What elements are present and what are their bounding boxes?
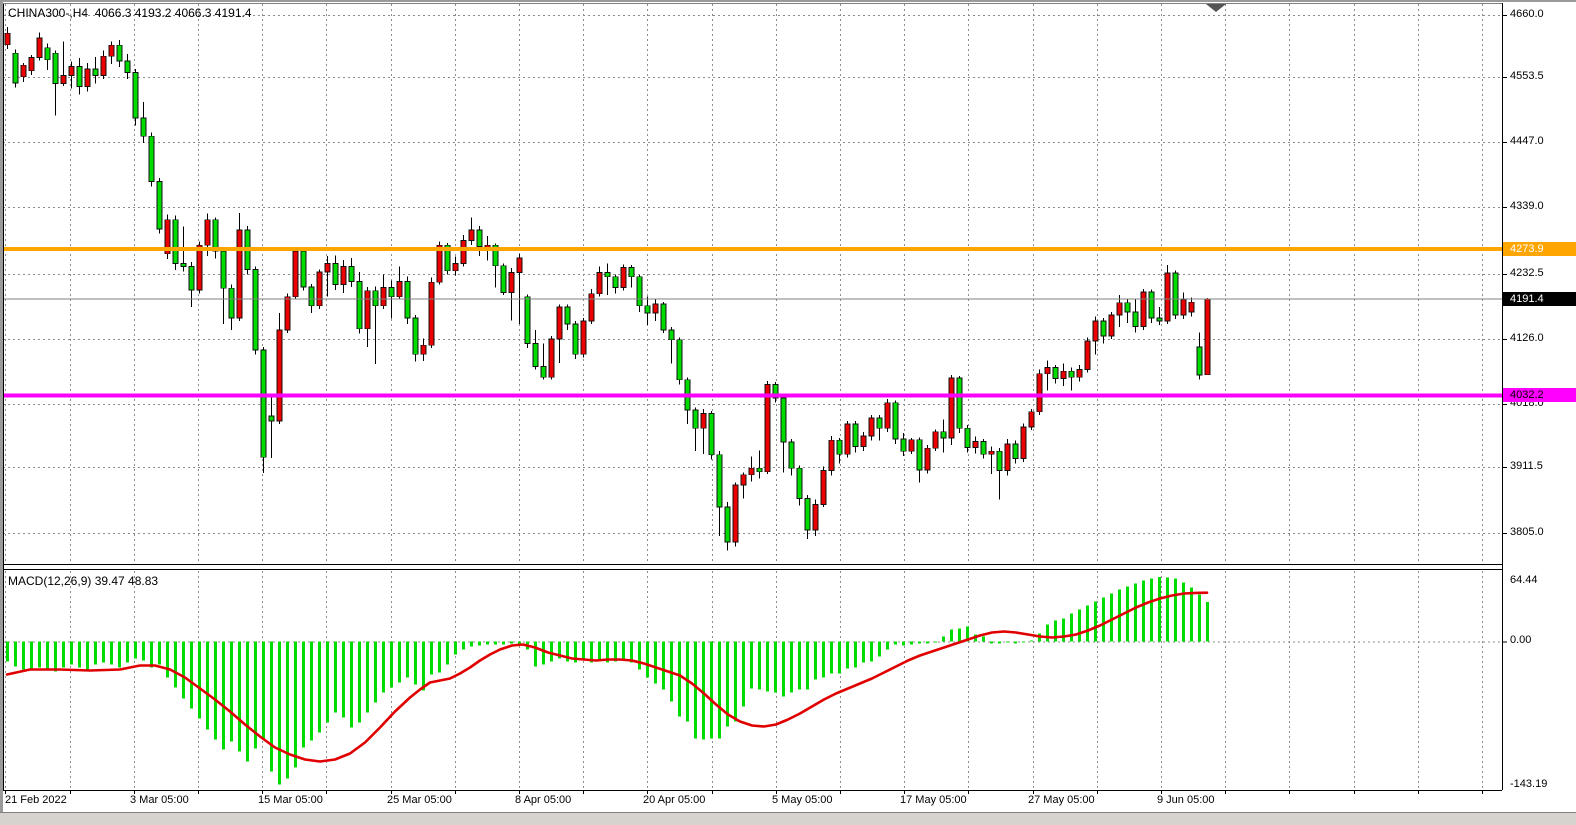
time-axis-label: 20 Apr 05:00 — [643, 794, 706, 806]
time-axis-label: 21 Feb 2022 — [5, 794, 67, 806]
mt4-chart-window: CHINA300-,H4 4066.3 4193.2 4066.3 4191.4… — [0, 0, 1576, 825]
support-price-badge: 4032.2 — [1503, 388, 1576, 403]
macd-axis-label: 0.00 — [1510, 634, 1532, 646]
price-axis-label: 4339.0 — [1510, 200, 1544, 212]
resistance-price-badge: 4273.9 — [1503, 241, 1576, 256]
time-axis-label: 8 Apr 05:00 — [515, 794, 572, 806]
price-axis-label: 4126.0 — [1510, 332, 1544, 344]
price-axis-label: 4447.0 — [1510, 135, 1544, 147]
window-left-edge — [0, 0, 3, 812]
macd-axis-label: 64.44 — [1510, 574, 1538, 586]
time-axis-label: 5 May 05:00 — [772, 794, 833, 806]
price-axis-label: 3805.0 — [1510, 526, 1544, 538]
price-axis-label: 4553.5 — [1510, 70, 1544, 82]
time-axis-label: 3 Mar 05:00 — [130, 794, 189, 806]
time-axis-label: 17 May 05:00 — [900, 794, 967, 806]
time-axis-label: 15 Mar 05:00 — [258, 794, 323, 806]
window-bottom-strip — [0, 812, 1576, 825]
window-top-edge — [0, 0, 1576, 2]
current-price-badge: 4191.4 — [1503, 291, 1576, 306]
time-axis-label: 9 Jun 05:00 — [1157, 794, 1215, 806]
macd-indicator-label: MACD(12,26,9) 39.47 48.83 — [8, 574, 159, 588]
price-axis-label: 4660.0 — [1510, 8, 1544, 20]
price-axis-label: 4232.5 — [1510, 267, 1544, 279]
macd-axis-label: -143.19 — [1510, 778, 1548, 790]
price-axis-label: 3911.5 — [1510, 460, 1543, 472]
candlestick-chart-canvas[interactable] — [0, 0, 1576, 825]
chart-symbol-ohlc-label: CHINA300-,H4 4066.3 4193.2 4066.3 4191.4 — [8, 6, 252, 20]
time-axis-label: 25 Mar 05:00 — [387, 794, 452, 806]
time-axis-label: 27 May 05:00 — [1028, 794, 1095, 806]
